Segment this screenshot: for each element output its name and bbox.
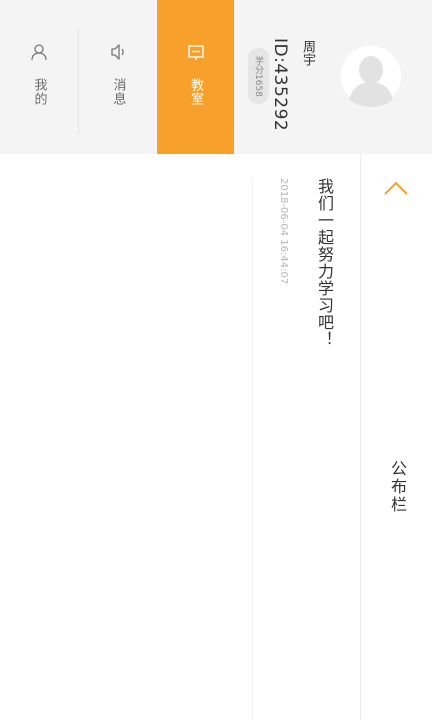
notice-timestamp: 2018-06-04 16:44:07 — [278, 178, 289, 285]
nav-tab-classroom-label: 教室 — [188, 78, 203, 106]
top-navigation: 我的 消息 教室 学分1658 ID:435292 周宇 — [0, 0, 432, 154]
classroom-icon — [187, 45, 204, 60]
notice-message: 我们一起努力学习吧！ — [315, 178, 334, 348]
speaker-icon — [111, 44, 124, 60]
collapse-bulletin-button[interactable] — [382, 176, 410, 200]
nav-tab-messages[interactable]: 消息 — [79, 0, 157, 154]
credits-text: 学分1658 — [253, 55, 263, 97]
nav-tab-classroom[interactable]: 教室 — [157, 0, 234, 154]
nav-tab-mine-label: 我的 — [31, 78, 47, 106]
bulletin-title: 公布栏 — [388, 460, 407, 514]
timeline-line — [252, 178, 253, 720]
credits-badge: 学分1658 — [248, 48, 269, 104]
nav-tab-messages-label: 消息 — [110, 78, 126, 106]
user-id: ID:435292 — [270, 38, 290, 132]
person-icon — [31, 44, 47, 61]
user-name: 周宇 — [300, 40, 315, 66]
default-avatar-icon — [339, 44, 403, 108]
bulletin-panel-divider — [360, 154, 361, 720]
avatar[interactable] — [339, 44, 403, 108]
nav-tab-mine[interactable]: 我的 — [0, 0, 78, 154]
chevron-up-icon — [384, 181, 408, 195]
